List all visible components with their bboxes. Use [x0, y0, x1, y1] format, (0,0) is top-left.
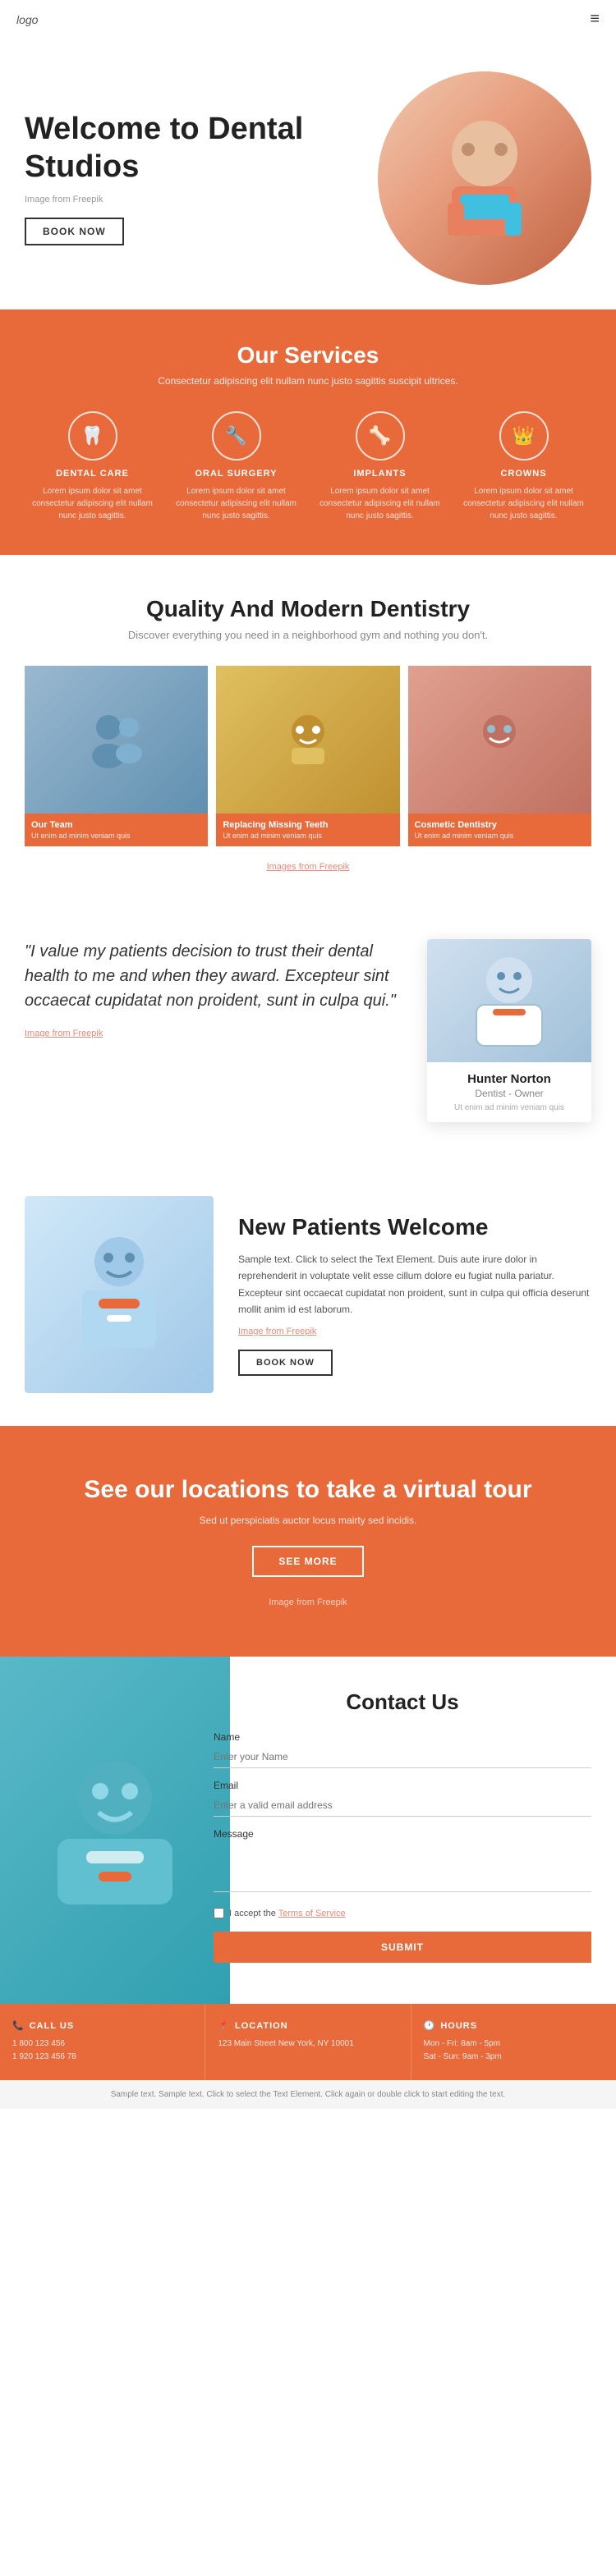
footer-location: 📍 LOCATION 123 Main Street New York, NY … — [205, 2004, 411, 2080]
service-dental-care: 🦷 DENTAL CARE Lorem ipsum dolor sit amet… — [25, 411, 160, 522]
footer-call-title: 📞 CALL US — [12, 2020, 192, 2031]
oral-surgery-name: ORAL SURGERY — [195, 469, 277, 479]
hero-image — [378, 71, 591, 285]
phone-icon: 📞 — [12, 2020, 25, 2031]
quote-text-wrap: "I value my patients decision to trust t… — [25, 939, 402, 1040]
quality-subtitle: Discover everything you need in a neighb… — [25, 629, 591, 641]
new-patients-book-button[interactable]: BOOK NOW — [238, 1350, 333, 1376]
new-patients-image — [25, 1196, 214, 1393]
doctor-image — [427, 939, 591, 1062]
oral-surgery-icon: 🔧 — [212, 411, 261, 461]
terms-checkbox[interactable] — [214, 1908, 224, 1918]
quote-section: "I value my patients decision to trust t… — [0, 898, 616, 1163]
hero-title: Welcome to Dental Studios — [25, 111, 361, 186]
terms-link[interactable]: Terms of Service — [278, 1909, 346, 1918]
hero-image-placeholder — [378, 71, 591, 285]
submit-button[interactable]: SUBMIT — [214, 1932, 591, 1963]
new-patients-desc: Sample text. Click to select the Text El… — [238, 1251, 591, 1318]
new-patients-title: New Patients Welcome — [238, 1213, 591, 1241]
virtual-tour-button[interactable]: SEE MORE — [252, 1546, 363, 1577]
quality-credit: Images from Freepik — [267, 862, 350, 872]
message-field-group: Message — [214, 1828, 591, 1896]
contact-section: Contact Us Name Email Message I accept t… — [0, 1657, 616, 2004]
hero-text: Welcome to Dental Studios Image from Fre… — [25, 111, 361, 245]
email-field-group: Email — [214, 1780, 591, 1817]
services-section: Our Services Consectetur adipiscing elit… — [0, 309, 616, 555]
service-crowns: 👑 CROWNS Lorem ipsum dolor sit amet cons… — [456, 411, 591, 522]
quality-card-our-team[interactable]: Our Team Ut enim ad minim veniam quis — [25, 666, 208, 846]
cosmetic-image — [408, 666, 591, 814]
doctor-desc: Ut enim ad minim veniam quis — [437, 1103, 582, 1112]
doctor-name: Hunter Norton — [437, 1072, 582, 1086]
email-label: Email — [214, 1780, 591, 1791]
services-subtitle: Consectetur adipiscing elit nullam nunc … — [25, 375, 591, 387]
footer-info: 📞 CALL US 1 800 123 456 1 920 123 456 78… — [0, 2004, 616, 2080]
oral-surgery-desc: Lorem ipsum dolor sit amet consectetur a… — [168, 485, 304, 522]
hero-book-button[interactable]: BOOK NOW — [25, 218, 124, 245]
quality-section: Quality And Modern Dentistry Discover ev… — [0, 555, 616, 898]
quality-card-replacing-teeth[interactable]: Replacing Missing Teeth Ut enim ad minim… — [216, 666, 399, 846]
replacing-teeth-image — [216, 666, 399, 814]
quality-card-cosmetic[interactable]: Cosmetic Dentistry Ut enim ad minim veni… — [408, 666, 591, 846]
contact-form: Contact Us Name Email Message I accept t… — [214, 1689, 591, 1963]
hero-credit-text: Image from Freepik — [25, 195, 103, 204]
contact-title: Contact Us — [214, 1689, 591, 1715]
footer-location-content: 123 Main Street New York, NY 10001 — [218, 2037, 398, 2051]
name-field-group: Name — [214, 1731, 591, 1768]
footer-location-title: 📍 LOCATION — [218, 2020, 398, 2031]
dental-care-desc: Lorem ipsum dolor sit amet consectetur a… — [25, 485, 160, 522]
quality-grid: Our Team Ut enim ad minim veniam quis Re… — [25, 666, 591, 846]
virtual-tour-section: See our locations to take a virtual tour… — [0, 1426, 616, 1657]
replacing-teeth-label: Replacing Missing Teeth Ut enim ad minim… — [216, 814, 399, 846]
implants-name: IMPLANTS — [353, 469, 406, 479]
new-patients-text: New Patients Welcome Sample text. Click … — [238, 1213, 591, 1375]
footer-call-content: 1 800 123 456 1 920 123 456 78 — [12, 2037, 192, 2064]
email-input[interactable] — [214, 1794, 591, 1817]
implants-desc: Lorem ipsum dolor sit amet consectetur a… — [312, 485, 448, 522]
footer-hours-content: Mon - Fri: 8am - 5pm Sat - Sun: 9am - 3p… — [424, 2037, 604, 2064]
footer-hours-title: 🕐 HOURS — [424, 2020, 604, 2031]
hero-section: Welcome to Dental Studios Image from Fre… — [0, 39, 616, 309]
contact-background-image — [0, 1657, 230, 2004]
dental-care-icon: 🦷 — [68, 411, 117, 461]
virtual-tour-credit: Image from Freepik — [25, 1597, 591, 1607]
services-grid: 🦷 DENTAL CARE Lorem ipsum dolor sit amet… — [25, 411, 591, 522]
our-team-image — [25, 666, 208, 814]
name-label: Name — [214, 1731, 591, 1743]
doctor-title: Dentist - Owner — [437, 1088, 582, 1099]
virtual-tour-subtitle: Sed ut perspiciatis auctor locus mairty … — [25, 1515, 591, 1526]
footer-call-us: 📞 CALL US 1 800 123 456 1 920 123 456 78 — [0, 2004, 205, 2080]
message-input[interactable] — [214, 1843, 591, 1892]
terms-text: I accept the Terms of Service — [229, 1909, 346, 1918]
doctor-info: Hunter Norton Dentist - Owner Ut enim ad… — [427, 1062, 591, 1122]
name-input[interactable] — [214, 1746, 591, 1768]
location-icon: 📍 — [218, 2020, 230, 2031]
footer-hours: 🕐 HOURS Mon - Fri: 8am - 5pm Sat - Sun: … — [411, 2004, 616, 2080]
virtual-tour-title: See our locations to take a virtual tour — [25, 1475, 591, 1505]
doctor-card: Hunter Norton Dentist - Owner Ut enim ad… — [427, 939, 591, 1122]
dental-care-name: DENTAL CARE — [56, 469, 129, 479]
hero-image-credit: Image from Freepik — [25, 195, 361, 204]
quality-title: Quality And Modern Dentistry — [25, 596, 591, 622]
new-patients-section: New Patients Welcome Sample text. Click … — [0, 1163, 616, 1426]
cosmetic-label: Cosmetic Dentistry Ut enim ad minim veni… — [408, 814, 591, 846]
implants-icon: 🦴 — [356, 411, 405, 461]
header: logo ≡ — [0, 0, 616, 39]
crowns-desc: Lorem ipsum dolor sit amet consectetur a… — [456, 485, 591, 522]
crowns-name: CROWNS — [500, 469, 546, 479]
quote-text: "I value my patients decision to trust t… — [25, 939, 402, 1013]
terms-wrap: I accept the Terms of Service — [214, 1908, 591, 1918]
new-patients-credit: Image from Freepik — [238, 1327, 591, 1336]
service-implants: 🦴 IMPLANTS Lorem ipsum dolor sit amet co… — [312, 411, 448, 522]
logo: logo — [16, 13, 38, 26]
menu-icon[interactable]: ≡ — [590, 10, 600, 29]
services-title: Our Services — [25, 342, 591, 369]
service-oral-surgery: 🔧 ORAL SURGERY Lorem ipsum dolor sit ame… — [168, 411, 304, 522]
our-team-label: Our Team Ut enim ad minim veniam quis — [25, 814, 208, 846]
quote-image-credit: Image from Freepik — [25, 1029, 103, 1038]
crowns-icon: 👑 — [499, 411, 549, 461]
footer-credit: Sample text. Sample text. Click to selec… — [0, 2080, 616, 2109]
clock-icon: 🕐 — [424, 2020, 436, 2031]
message-label: Message — [214, 1828, 591, 1840]
